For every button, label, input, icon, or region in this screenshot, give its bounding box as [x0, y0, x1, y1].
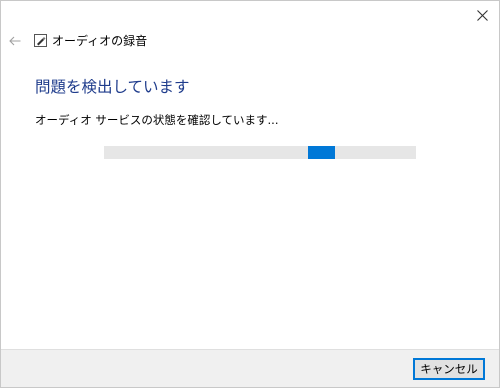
close-button[interactable] — [467, 1, 497, 29]
header-title: オーディオの録音 — [52, 34, 148, 48]
status-text: オーディオ サービスの状態を確認しています... — [35, 113, 279, 127]
cancel-button[interactable]: キャンセル — [413, 358, 485, 380]
back-arrow-icon — [9, 36, 21, 46]
header-bar: オーディオの録音 — [1, 29, 499, 53]
progress-bar — [104, 146, 416, 159]
page-title: 問題を検出しています — [35, 78, 190, 96]
troubleshooter-window: オーディオの録音 問題を検出しています オーディオ サービスの状態を確認していま… — [0, 0, 500, 388]
back-button[interactable] — [5, 31, 25, 51]
progress-marquee-chunk — [308, 146, 335, 159]
audio-troubleshooter-icon — [34, 34, 47, 47]
close-icon — [476, 9, 488, 21]
footer-bar: キャンセル — [1, 349, 499, 387]
